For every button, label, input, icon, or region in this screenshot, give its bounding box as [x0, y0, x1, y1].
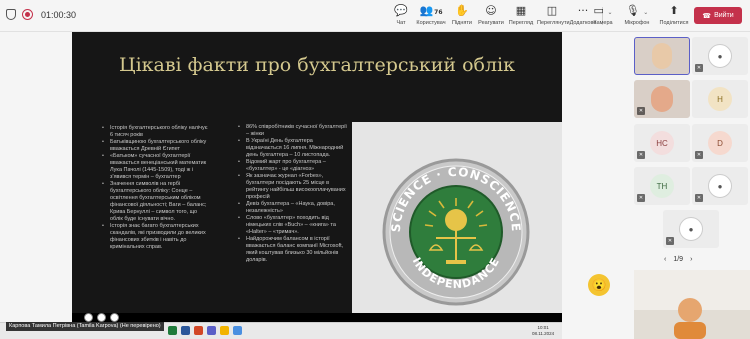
slide-bullet: Історія знає багато бухгалтерських сканд… [102, 223, 210, 251]
pen-tool-button[interactable] [97, 313, 106, 322]
pager-text: 1/9 [673, 256, 684, 263]
mic-muted-icon: ✕ [695, 64, 703, 72]
excel-icon [168, 326, 177, 335]
raise-hand-icon: ✋ [455, 4, 469, 17]
participant-tile[interactable]: H [692, 80, 748, 118]
surprised-reaction-icon: 😮 [588, 274, 610, 296]
default-avatar-icon: ● [708, 174, 732, 198]
mic-button[interactable]: 🎙 ⌄ Мікрофон [618, 4, 656, 26]
shared-screen: Цікаві факти про бухгалтерський облік Іс… [0, 32, 628, 339]
participant-pager: ‹ 1/9 › [664, 256, 692, 263]
mic-muted-icon: ✕ [695, 151, 703, 159]
share-icon: ⬆ [669, 4, 679, 17]
shield-icon[interactable] [6, 9, 16, 20]
view-icon: ▦ [515, 4, 527, 17]
slide-bullet: Найдорожчим балансом в історії вважаєтьс… [238, 236, 348, 264]
participant-initials: HC [650, 131, 674, 155]
pager-next-icon[interactable]: › [690, 256, 692, 263]
participant-tile[interactable]: ● ✕ [692, 167, 748, 205]
slide-bullet: Відомий жарт про бухгалтера – «бухгалтер… [238, 159, 348, 173]
mic-muted-icon: ✕ [666, 237, 674, 245]
participant-photo [651, 86, 673, 112]
participant-initials: D [708, 131, 732, 155]
slide-controls [84, 313, 119, 322]
mic-off-icon: 🎙 [625, 4, 640, 17]
powerpoint-icon [194, 326, 203, 335]
chevron-down-icon[interactable]: ⌄ [643, 9, 648, 16]
rooms-icon: ◫ [546, 4, 558, 17]
accounting-seal-image: SCIENCE · CONSCIENCE INDEPENDANCE [352, 122, 562, 325]
presentation-slide: Цікаві факти про бухгалтерський облік Іс… [72, 32, 562, 325]
teams-meeting-window: 01:00:30 💬 Чат 👥76 Користувач ✋ Підняти … [0, 0, 750, 339]
participant-photo [652, 43, 672, 69]
slide-bullet: 86% співробітників сучасної бухгалтерії … [238, 124, 348, 138]
people-button[interactable]: 👥76 Користувач [416, 4, 446, 26]
mic-muted-icon: ✕ [637, 151, 645, 159]
participant-count: 76 [434, 9, 443, 16]
mic-muted-icon: ✕ [695, 194, 703, 202]
people-icon: 👥 [419, 4, 434, 17]
taskbar-app-icons [168, 326, 242, 335]
slide-bullet: Девіз бухгалтера – «Наука, довіра, незал… [238, 201, 348, 215]
mic-muted-icon: ✕ [637, 194, 645, 202]
more-options-button[interactable] [110, 313, 119, 322]
participant-initials: TH [650, 174, 674, 198]
participant-tile[interactable] [634, 37, 690, 75]
slide-title: Цікаві факти про бухгалтерський облік [119, 54, 515, 76]
view-button[interactable]: ▦ Перегляд [506, 4, 536, 26]
slide-column-right: 86% співробітників сучасної бухгалтерії … [238, 124, 348, 264]
slide-bullet: Як зазначає журнал «Forbes», бухгалтери … [238, 173, 348, 201]
camera-button[interactable]: ▭ ⌄ Камера [584, 4, 622, 26]
call-timer: 01:00:30 [41, 9, 77, 20]
video-frame [634, 270, 750, 339]
meeting-status: 01:00:30 [6, 9, 76, 20]
slide-bullet: Слово «бухгалтер» походить від німецьких… [238, 215, 348, 236]
system-clock: 10:01 08.11.2024 [532, 325, 555, 336]
react-icon: ☺ [485, 4, 497, 17]
slide-column-left: Історія бухгалтерського обліку налічує 6… [102, 125, 210, 251]
camera-off-icon: ▭ [593, 4, 604, 17]
react-button[interactable]: ☺ Реагувати [476, 4, 506, 26]
word-icon [181, 326, 190, 335]
raise-hand-button[interactable]: ✋ Підняти [447, 4, 477, 26]
default-avatar-icon: ● [679, 217, 703, 241]
recording-icon [22, 9, 33, 20]
participant-tile[interactable]: ● ✕ [663, 210, 719, 248]
share-button[interactable]: ⬆ Поділитися [656, 4, 692, 26]
participant-initials: H [708, 87, 732, 111]
slide-bullet: В Україні День бухгалтера відзначається … [238, 138, 348, 159]
phone-hangup-icon: ☎ [702, 11, 712, 20]
participant-tile[interactable]: HC ✕ [634, 124, 690, 162]
slide-bullet: Значення символів на гербі бухгалтерсько… [102, 181, 210, 223]
browser-icon [233, 326, 242, 335]
teams-icon [207, 326, 216, 335]
prev-slide-button[interactable] [84, 313, 93, 322]
presenter-name-tag: Карпова Тамила Петрівна (Tamila Karpova)… [6, 322, 164, 331]
accounting-seal-emblem: SCIENCE · CONSCIENCE INDEPENDANCE [382, 158, 530, 306]
slide-bullet: Історія бухгалтерського обліку налічує 6… [102, 125, 210, 139]
chat-icon: 💬 [394, 4, 408, 17]
pager-prev-icon[interactable]: ‹ [664, 256, 666, 263]
meeting-toolbar: 01:00:30 💬 Чат 👥76 Користувач ✋ Підняти … [0, 0, 750, 32]
participant-tile[interactable]: ✕ [634, 80, 690, 118]
slide-bullet: «Батьком» сучасної бухгалтерії вважаєтьс… [102, 153, 210, 181]
slide-bullet: Батьківщиною бухгалтерського обліку вваж… [102, 139, 210, 153]
rooms-button[interactable]: ◫ Переглянути [537, 4, 570, 26]
participant-tile[interactable]: ● ✕ [692, 37, 748, 75]
participant-tile[interactable]: TH ✕ [634, 167, 690, 205]
mic-muted-icon: ✕ [637, 107, 645, 115]
participant-tile[interactable]: D ✕ [692, 124, 748, 162]
self-video-preview [634, 270, 750, 339]
leave-button[interactable]: ☎ Вийти [694, 7, 742, 24]
chat-button[interactable]: 💬 Чат [386, 4, 416, 26]
folder-icon [220, 326, 229, 335]
default-avatar-icon: ● [708, 44, 732, 68]
chevron-down-icon[interactable]: ⌄ [607, 9, 612, 16]
